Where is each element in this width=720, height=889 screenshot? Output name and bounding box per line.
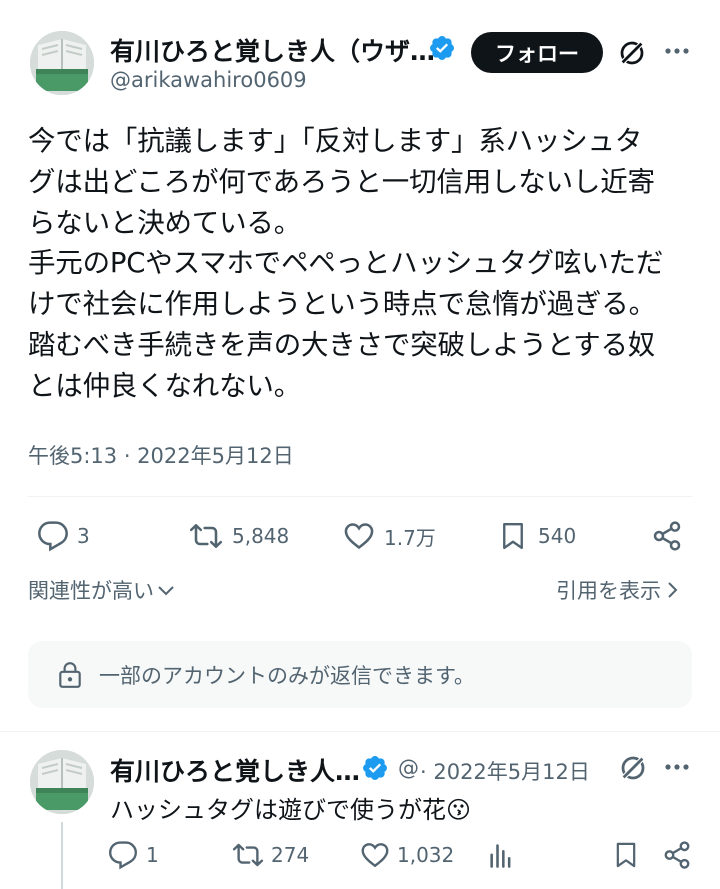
retweet-count: 5,848 [232,524,290,548]
reply-like-count: 1,032 [397,843,455,867]
author-handle[interactable]: @arikawahiro0609 [110,68,307,92]
reply-bookmark-icon[interactable] [612,840,640,870]
reply-retweet-action[interactable]: 274 [232,840,309,870]
share-icon[interactable] [650,520,684,552]
bookmark-action[interactable]: 540 [498,520,576,552]
tweet-timestamp[interactable]: 午後5:13 · 2022年5月12日 [28,440,294,470]
view-quotes-label: 引用を表示 [556,579,661,603]
reply-author-avatar[interactable] [30,750,94,814]
heart-icon [361,843,389,868]
reply-reply-count: 1 [146,843,159,867]
like-action[interactable]: 1.7万 [342,520,436,552]
lock-icon [59,661,81,688]
reply-author-handle[interactable]: @ [398,756,419,780]
reply-action[interactable]: 3 [36,520,90,552]
grok-icon[interactable] [618,753,648,783]
like-count: 1.7万 [384,525,436,550]
bookmark-icon [503,522,523,550]
chevron-down-icon [158,586,174,596]
heart-icon [344,523,374,550]
reply-restriction-text: 一部のアカウントのみが返信できます。 [99,663,475,688]
reply-restriction-notice: 一部のアカウントのみが返信できます。 [28,641,692,708]
grok-icon[interactable] [617,38,647,68]
view-quotes-link[interactable]: 引用を表示 [556,575,678,605]
reply-icon [38,521,68,552]
thread-line [61,822,63,889]
chevron-right-icon [668,582,678,598]
tweet-text: 今では「抗議します」「反対します」系ハッシュタ グは出どころが何であろうと一切信… [28,125,664,402]
follow-button[interactable]: フォロー [471,32,603,73]
bookmark-count: 540 [538,524,577,548]
verified-badge-icon [361,754,389,782]
sort-relevance-dropdown[interactable]: 関連性が高い [28,575,175,605]
reply-count: 3 [77,524,90,548]
book-avatar-icon [30,31,94,95]
reply-icon [108,841,138,870]
retweet-action[interactable]: 5,848 [188,520,289,552]
sort-relevance-label: 関連性が高い [28,579,154,603]
reply-like-action[interactable]: 1,032 [360,840,454,870]
verified-badge-icon [428,34,456,62]
more-options-icon[interactable] [664,762,690,772]
reply-reply-action[interactable]: 1 [108,840,159,870]
reply-text: ハッシュタグは遊びで使うが花😗 [110,796,472,824]
divider [28,496,692,497]
author-name[interactable]: 有川ひろと覚しき人（ウザ… [110,32,435,68]
analytics-icon[interactable] [487,842,515,870]
more-options-icon[interactable] [664,46,690,56]
reply-date[interactable]: · 2022年5月12日 [420,756,590,786]
reply-share-icon[interactable] [662,840,692,870]
book-avatar-icon [30,750,94,814]
reply-author-name[interactable]: 有川ひろと覚しき人… [110,752,360,788]
retweet-icon [232,843,264,867]
reply-retweet-count: 274 [271,843,310,867]
retweet-icon [189,524,223,548]
section-divider [0,731,720,732]
author-avatar[interactable] [30,31,94,95]
